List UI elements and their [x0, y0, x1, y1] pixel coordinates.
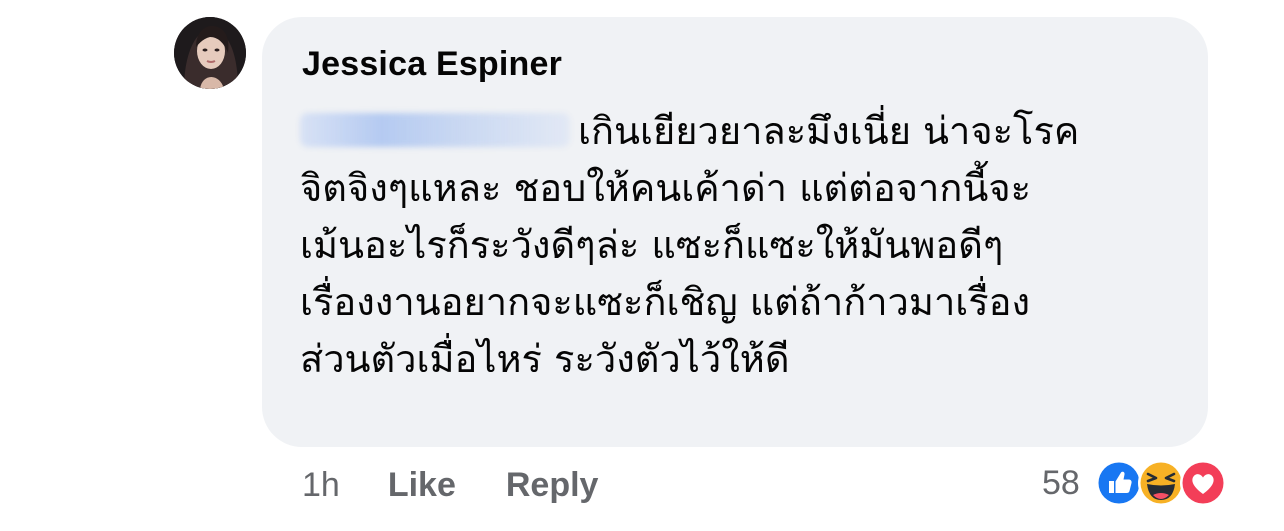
reaction-count: 58	[1042, 463, 1080, 502]
comment-line: ส่วนตัวเมื่อไหร่ ระวังตัวไว้ให้ดี	[300, 337, 790, 381]
comment-line: เม้นอะไรก็ระวังดีๆล่ะ แซะก็แซะให้มันพอดี…	[300, 223, 1004, 267]
comment-author[interactable]: Jessica Espiner	[302, 45, 562, 84]
blurred-mention[interactable]	[300, 112, 570, 147]
comment-bubble: Jessica Espiner เกินเยียวยาละมึงเนี่ย น่…	[262, 17, 1208, 447]
avatar[interactable]	[174, 17, 246, 89]
reaction-summary[interactable]: 58	[1042, 458, 1228, 508]
love-reaction-icon	[1178, 458, 1228, 508]
reply-button[interactable]: Reply	[506, 466, 599, 505]
comment-line-text: เกินเยียวยาละมึงเนี่ย น่าจะโรค	[578, 109, 1080, 153]
comment-line: จิตจิงๆแหละ ชอบให้คนเค้าด่า แต่ต่อจากนี้…	[300, 166, 1031, 210]
comment-text: เกินเยียวยาละมึงเนี่ย น่าจะโรค จิตจิงๆแห…	[300, 103, 1200, 388]
comment-timestamp[interactable]: 1h	[302, 466, 340, 505]
profile-photo	[174, 17, 246, 89]
comment-line: เกินเยียวยาละมึงเนี่ย น่าจะโรค	[300, 103, 1200, 160]
comment-actions: 1h Like Reply	[302, 466, 598, 505]
reaction-icons	[1094, 458, 1228, 508]
like-button[interactable]: Like	[388, 466, 456, 505]
comment-line: เรื่องงานอยากจะแซะก็เชิญ แต่ถ้าก้าวมาเรื…	[300, 280, 1031, 324]
